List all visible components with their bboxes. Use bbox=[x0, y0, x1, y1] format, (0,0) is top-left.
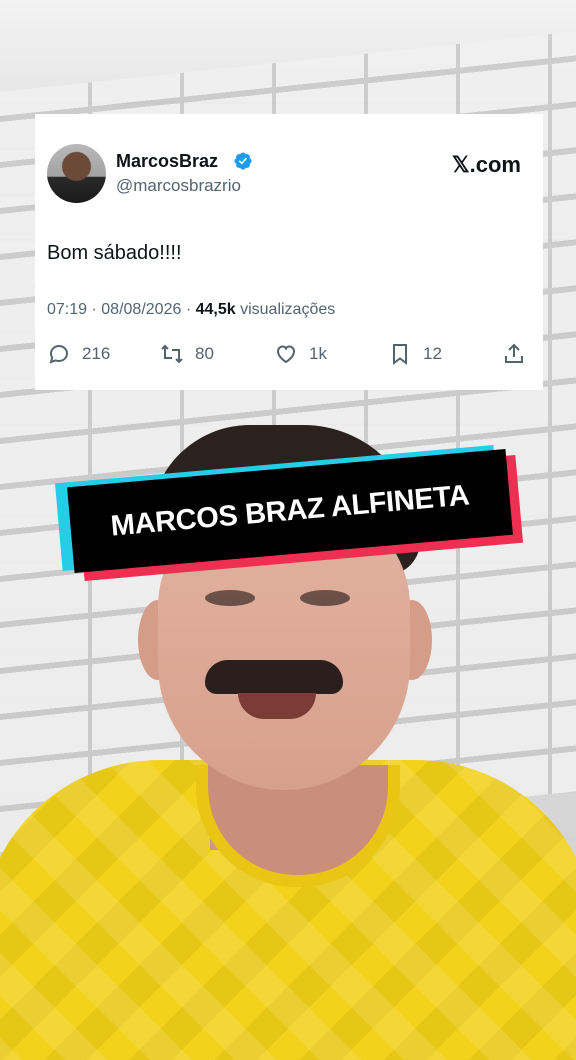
heart-icon bbox=[276, 345, 296, 364]
display-name[interactable]: MarcosBraz bbox=[116, 151, 218, 172]
share-button[interactable] bbox=[502, 340, 537, 368]
tweet-meta: 07:19 · 08/08/2026 · 44,5k visualizações bbox=[47, 301, 335, 319]
retweet-count: 80 bbox=[195, 344, 214, 363]
user-handle[interactable]: @marcosbrazrio bbox=[116, 176, 241, 196]
profile-avatar[interactable] bbox=[47, 144, 106, 203]
tweet-card[interactable]: MarcosBraz @marcosbrazrio 𝕏.com Bom sába… bbox=[35, 114, 543, 390]
bookmark-count: 12 bbox=[423, 344, 442, 363]
views-count: 44,5k bbox=[195, 301, 236, 318]
headline-banner: MARCOS BRAZ ALFINETA bbox=[55, 444, 523, 582]
bookmark-button[interactable]: 12 bbox=[388, 340, 442, 368]
mustache bbox=[205, 660, 343, 694]
left-eye bbox=[205, 590, 255, 606]
right-eye bbox=[300, 590, 350, 606]
reply-icon bbox=[49, 344, 69, 364]
retweet-icon bbox=[161, 344, 183, 364]
reply-count: 216 bbox=[82, 344, 111, 363]
meta-separator: · bbox=[91, 301, 102, 318]
views-label: visualizações bbox=[240, 301, 336, 318]
tweet-text: Bom sábado!!!! bbox=[47, 242, 182, 264]
tweet-time: 07:19 bbox=[47, 301, 88, 318]
bookmark-icon bbox=[393, 344, 407, 365]
tweet-date: 08/08/2026 bbox=[101, 301, 182, 318]
banner-text: MARCOS BRAZ ALFINETA bbox=[109, 478, 471, 543]
x-com-logo: 𝕏.com bbox=[451, 152, 521, 177]
verified-badge-icon bbox=[234, 152, 252, 170]
share-icon bbox=[505, 343, 523, 363]
like-count: 1k bbox=[309, 344, 327, 363]
tweet-actions: 216 80 1k 12 bbox=[47, 340, 527, 368]
reply-button[interactable]: 216 bbox=[47, 340, 110, 368]
meta-separator: · bbox=[185, 301, 196, 318]
retweet-button[interactable]: 80 bbox=[160, 340, 214, 368]
like-button[interactable]: 1k bbox=[274, 340, 327, 368]
